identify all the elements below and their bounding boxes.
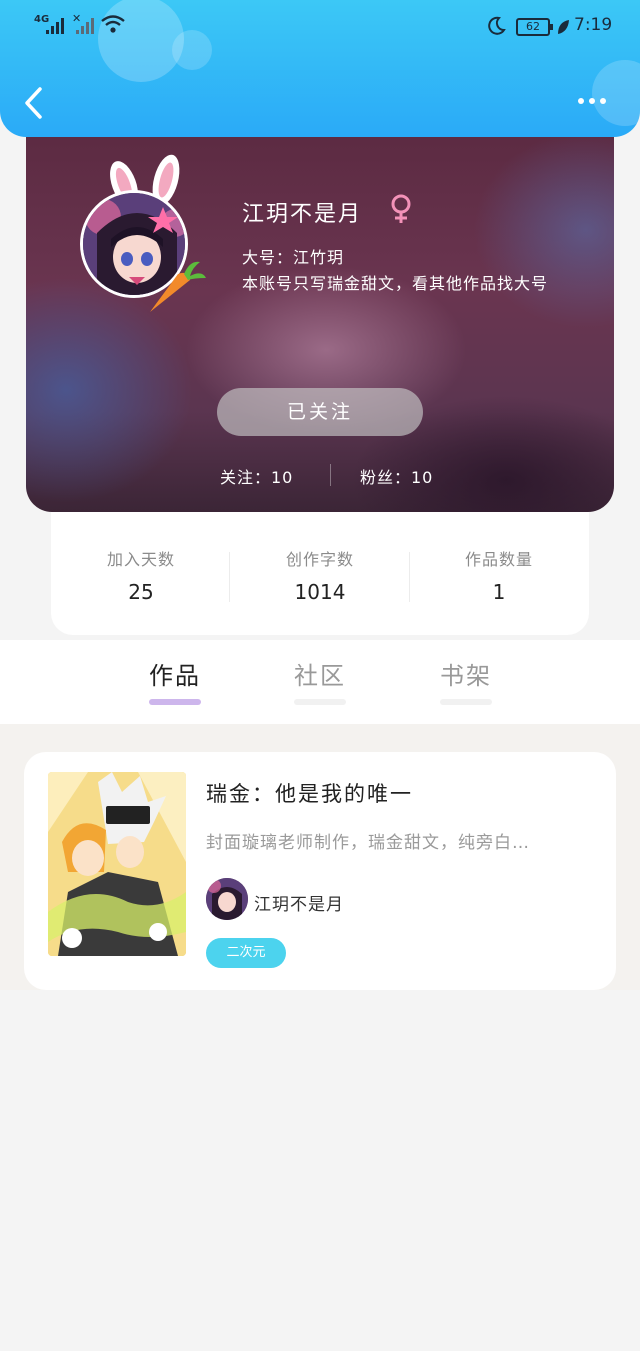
tab-label: 社区 <box>294 662 346 690</box>
profile-card: 江玥不是月 大号：江竹玥 本账号只写瑞金甜文，看其他作品找大号 已关注 关注：1… <box>26 110 614 512</box>
work-description: 封面璇璃老师制作，瑞金甜文，纯旁白… <box>206 833 530 853</box>
signal-icon <box>46 18 64 34</box>
author-avatar[interactable] <box>206 878 248 920</box>
work-title[interactable]: 瑞金：他是我的唯一 <box>206 778 413 808</box>
stat-value: 25 <box>128 580 154 604</box>
status-bar: 4G ✕ 62 7:19 <box>0 0 640 52</box>
stats-card: 加入天数 25 创作字数 1014 作品数量 1 <box>51 512 589 635</box>
stat-label: 加入天数 <box>106 550 175 569</box>
more-icon[interactable] <box>578 98 606 104</box>
follow-button[interactable]: 已关注 <box>217 388 423 436</box>
tab-bar: 作品 社区 书架 <box>0 640 640 724</box>
decor-bubble <box>592 60 640 126</box>
clock: 7:19 <box>574 15 613 35</box>
battery-indicator: 62 <box>516 18 553 36</box>
tab-bookshelf[interactable]: 书架 <box>426 656 506 705</box>
bio-line: 本账号只写瑞金甜文，看其他作品找大号 <box>242 274 549 293</box>
stat-value: 1 <box>492 580 506 604</box>
stat-works-count: 作品数量 1 <box>419 546 579 604</box>
signal-icon <box>76 18 94 34</box>
wifi-icon <box>101 15 125 33</box>
work-cover-image[interactable] <box>48 772 186 956</box>
tab-label: 书架 <box>440 662 492 690</box>
leaf-icon <box>558 20 569 34</box>
works-list: 瑞金：他是我的唯一 封面璇璃老师制作，瑞金甜文，纯旁白… 江玥不是月 二次元 <box>0 724 640 990</box>
author-name[interactable]: 江玥不是月 <box>254 890 344 915</box>
tab-underline <box>294 699 346 705</box>
divider <box>330 464 331 486</box>
stat-label: 作品数量 <box>464 550 533 569</box>
divider <box>229 552 230 602</box>
follow-stats: 关注：10 粉丝：10 <box>26 464 614 488</box>
followers-count[interactable]: 粉丝：10 <box>360 464 433 488</box>
back-icon[interactable] <box>22 86 46 120</box>
tab-works[interactable]: 作品 <box>135 656 215 705</box>
stat-value: 1014 <box>294 580 346 604</box>
tab-underline <box>440 699 492 705</box>
work-card[interactable]: 瑞金：他是我的唯一 封面璇璃老师制作，瑞金甜文，纯旁白… 江玥不是月 二次元 <box>24 752 616 990</box>
female-icon <box>391 194 411 223</box>
stat-word-count: 创作字数 1014 <box>240 546 400 604</box>
stat-join-days: 加入天数 25 <box>61 546 221 604</box>
tab-underline <box>149 699 201 705</box>
following-count[interactable]: 关注：10 <box>220 464 293 488</box>
avatar[interactable] <box>80 150 210 312</box>
carrot-icon <box>150 261 206 312</box>
bio-line: 大号：江竹玥 <box>242 248 345 267</box>
nickname: 江玥不是月 <box>242 202 363 227</box>
tab-label: 作品 <box>149 662 201 690</box>
genre-tag[interactable]: 二次元 <box>206 938 286 968</box>
moon-icon <box>488 16 506 35</box>
divider <box>409 552 410 602</box>
top-header: 4G ✕ 62 7:19 <box>0 0 640 137</box>
stat-label: 创作字数 <box>285 550 354 569</box>
tab-community[interactable]: 社区 <box>280 656 360 705</box>
